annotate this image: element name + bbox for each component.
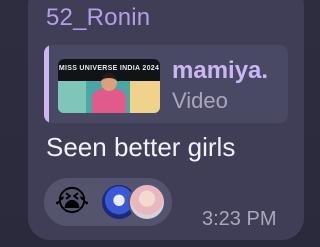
reply-preview[interactable]: MISS UNIVERSE INDIA 2024 mamiya. Video xyxy=(44,45,288,123)
video-thumbnail: MISS UNIVERSE INDIA 2024 xyxy=(58,59,160,113)
thumbnail-person xyxy=(92,73,126,113)
thumbnail-background-right xyxy=(130,81,160,113)
thumbnail-person-body xyxy=(92,89,126,113)
thumbnail-person-head xyxy=(101,73,117,91)
message-text: Seen better girls xyxy=(46,132,236,162)
sender-name[interactable]: 52_Ronin xyxy=(46,4,150,32)
reply-author: mamiya. xyxy=(172,57,269,84)
crying-face-icon: 😭 xyxy=(54,185,90,218)
reply-media-type: Video xyxy=(172,88,228,113)
reactions-pill[interactable]: 😭 xyxy=(44,178,172,226)
message-timestamp: 3:23 PM xyxy=(202,208,277,230)
thumbnail-background-left xyxy=(58,81,86,113)
reactor-avatar xyxy=(128,183,166,221)
reply-accent-bar xyxy=(44,45,49,123)
thumbnail-caption: MISS UNIVERSE INDIA 2024 xyxy=(58,65,160,72)
chat-screen: 52_Ronin MISS UNIVERSE INDIA 2024 mamiya… xyxy=(0,0,320,247)
